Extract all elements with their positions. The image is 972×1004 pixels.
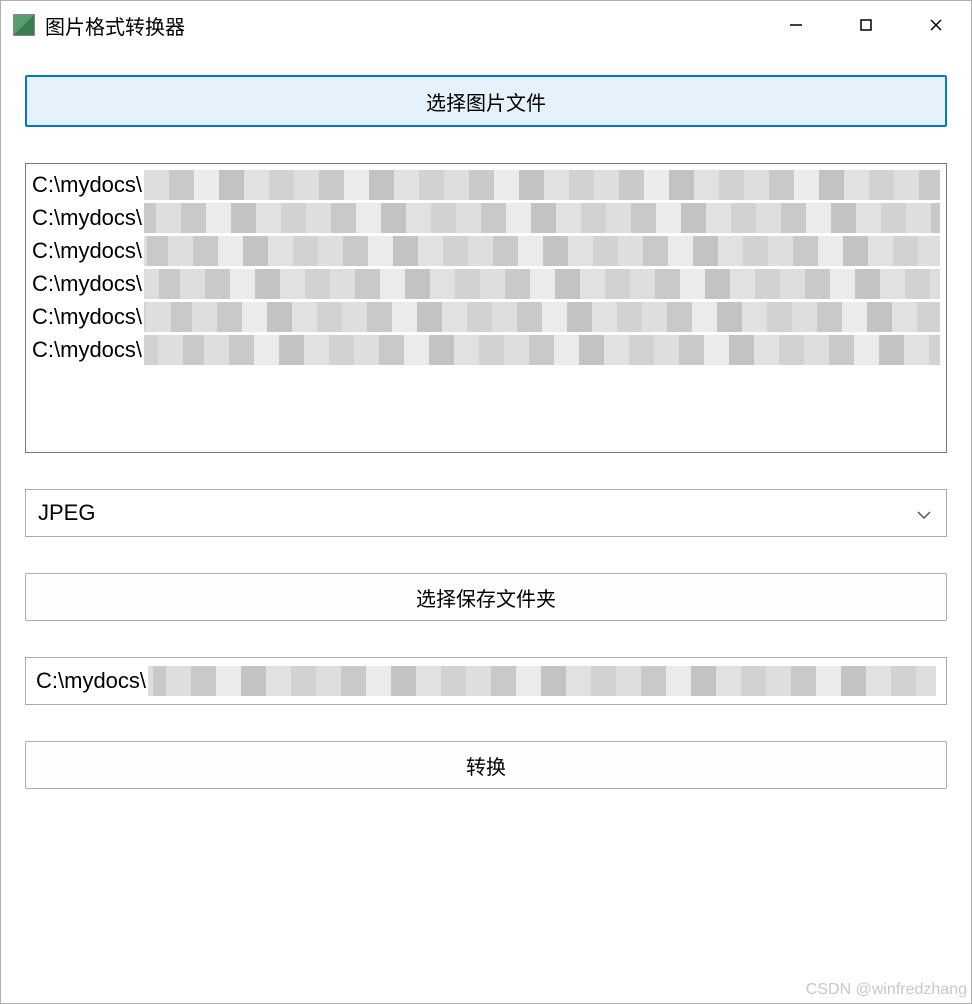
list-item[interactable]: C:\mydocs\ [32, 168, 940, 201]
app-window: 图片格式转换器 选择图片文件 C:\mydocs\ C:\mydocs\ [0, 0, 972, 1004]
convert-button[interactable]: 转换 [25, 741, 947, 789]
title-left: 图片格式转换器 [13, 11, 185, 40]
list-item[interactable]: C:\mydocs\ [32, 234, 940, 267]
redacted-area [144, 335, 940, 365]
app-icon [13, 14, 35, 36]
close-icon [929, 18, 943, 32]
format-selected-value: JPEG [38, 500, 95, 526]
minimize-icon [789, 18, 803, 32]
file-path-prefix: C:\mydocs\ [32, 267, 142, 300]
window-controls [761, 1, 971, 49]
list-item[interactable]: C:\mydocs\ [32, 333, 940, 366]
watermark-text: CSDN @winfredzhang [806, 981, 967, 999]
content-area: 选择图片文件 C:\mydocs\ C:\mydocs\ C:\mydocs\ … [1, 49, 971, 1003]
window-title: 图片格式转换器 [45, 11, 185, 40]
select-folder-button[interactable]: 选择保存文件夹 [25, 573, 947, 621]
file-path-prefix: C:\mydocs\ [32, 300, 142, 333]
format-select[interactable]: JPEG [25, 489, 947, 537]
close-button[interactable] [901, 1, 971, 49]
save-path-display: C:\mydocs\ [25, 657, 947, 705]
file-path-prefix: C:\mydocs\ [32, 333, 142, 366]
redacted-area [144, 302, 940, 332]
redacted-area [144, 203, 940, 233]
titlebar: 图片格式转换器 [1, 1, 971, 49]
maximize-button[interactable] [831, 1, 901, 49]
list-item[interactable]: C:\mydocs\ [32, 201, 940, 234]
chevron-down-icon [916, 500, 932, 526]
minimize-button[interactable] [761, 1, 831, 49]
file-path-prefix: C:\mydocs\ [32, 201, 142, 234]
redacted-area [144, 170, 940, 200]
select-files-button[interactable]: 选择图片文件 [25, 75, 947, 127]
list-item[interactable]: C:\mydocs\ [32, 267, 940, 300]
list-item[interactable]: C:\mydocs\ [32, 300, 940, 333]
save-path-prefix: C:\mydocs\ [36, 668, 146, 694]
redacted-area [144, 269, 940, 299]
redacted-area [144, 236, 940, 266]
file-list[interactable]: C:\mydocs\ C:\mydocs\ C:\mydocs\ C:\mydo… [25, 163, 947, 453]
maximize-icon [859, 18, 873, 32]
file-path-prefix: C:\mydocs\ [32, 234, 142, 267]
redacted-area [148, 666, 936, 696]
file-path-prefix: C:\mydocs\ [32, 168, 142, 201]
